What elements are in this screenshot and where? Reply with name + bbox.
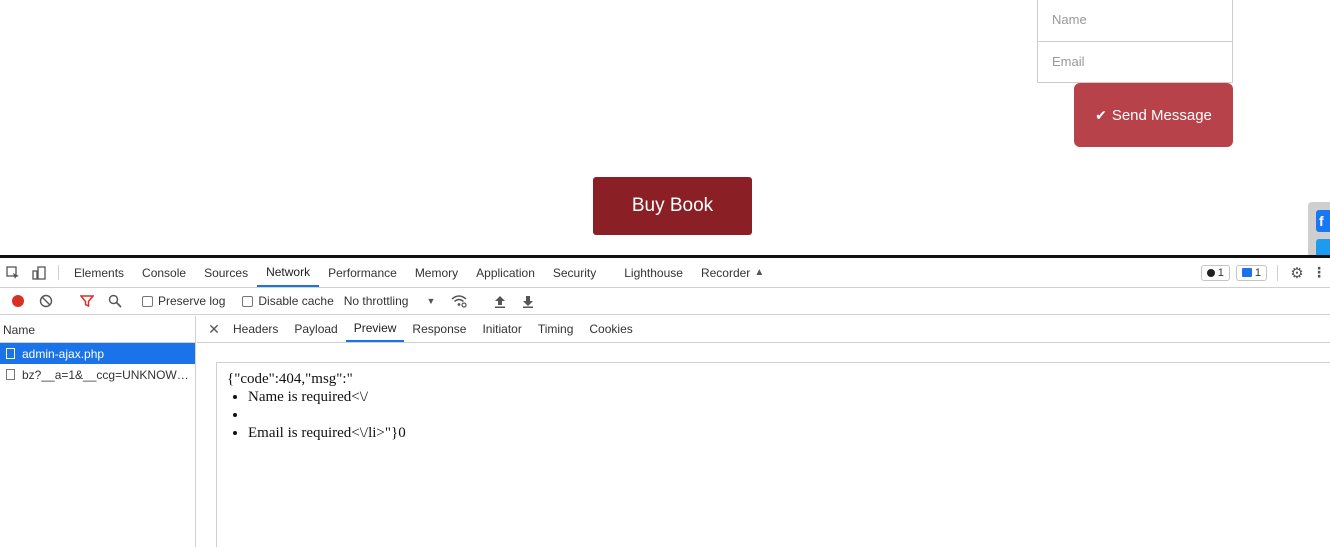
check-icon: ✔ (1095, 106, 1107, 123)
throttling-value: No throttling (343, 294, 409, 308)
error-icon (1206, 268, 1215, 277)
email-field[interactable]: Email (1037, 41, 1233, 83)
file-icon (6, 348, 15, 359)
checkbox-box[interactable] (242, 295, 254, 307)
tab-initiator[interactable]: Initiator (474, 316, 529, 342)
download-icon (523, 295, 534, 308)
devtools-tabbar: Elements Console Sources Network Perform… (0, 258, 1330, 288)
tab-response[interactable]: Response (404, 316, 474, 342)
filter-icon (80, 295, 94, 308)
request-detail: ✕ Headers Payload Preview Response Initi… (197, 316, 1330, 547)
search-button[interactable] (101, 294, 129, 308)
request-name: bz?__a=1&__ccg=UNKNOWN&... (22, 367, 190, 382)
buy-book-button[interactable]: Buy Book (593, 177, 752, 235)
filter-button[interactable] (73, 294, 101, 308)
list-item: Email is required<\/li>"}0 (248, 424, 1330, 442)
gear-icon[interactable]: ⚙ (1288, 264, 1306, 282)
request-row[interactable]: admin-ajax.php (0, 343, 195, 364)
preview-content: {"code":404,"msg":" Name is required<\/ … (216, 362, 1330, 547)
tab-application[interactable]: Application (467, 258, 544, 287)
messages-count: 1 (1254, 266, 1261, 279)
name-field[interactable]: Name (1037, 0, 1233, 42)
preview-text: {"code":404,"msg":" (227, 371, 353, 387)
export-har-button[interactable] (514, 295, 542, 308)
tab-network[interactable]: Network (257, 258, 320, 287)
name-column-header[interactable]: Name (0, 316, 195, 343)
device-toolbar-icon[interactable] (26, 258, 52, 287)
record-icon (12, 295, 24, 307)
tab-payload[interactable]: Payload (286, 316, 345, 342)
twitter-icon[interactable] (1316, 239, 1330, 255)
errors-count: 1 (1217, 266, 1224, 279)
disable-cache-checkbox[interactable]: Disable cache (242, 294, 334, 308)
tab-recorder[interactable]: Recorder ▲ (692, 258, 773, 287)
detail-tabbar: ✕ Headers Payload Preview Response Initi… (197, 316, 1330, 343)
checkbox-box[interactable] (142, 295, 153, 307)
tab-memory[interactable]: Memory (406, 258, 467, 287)
tab-headers[interactable]: Headers (225, 316, 286, 342)
record-button[interactable] (4, 295, 32, 307)
social-share-bar: f (1308, 202, 1330, 255)
tab-elements[interactable]: Elements (65, 258, 133, 287)
list-item: Name is required<\/ (248, 388, 1330, 406)
facebook-icon[interactable]: f (1316, 210, 1330, 232)
inspect-element-icon[interactable] (0, 258, 26, 287)
tab-performance[interactable]: Performance (319, 258, 406, 287)
more-options-icon[interactable]: ⋮ (1312, 264, 1326, 281)
send-message-button[interactable]: ✔ Send Message (1074, 83, 1233, 147)
messages-badge[interactable]: 1 (1235, 264, 1267, 281)
wifi-settings-icon (451, 295, 467, 308)
tab-sources[interactable]: Sources (195, 258, 257, 287)
search-icon (108, 294, 122, 308)
message-icon (1241, 268, 1252, 277)
list-item (248, 406, 1330, 424)
divider (1277, 264, 1278, 281)
preserve-log-label: Preserve log (158, 294, 226, 308)
network-conditions-button[interactable] (445, 294, 473, 308)
network-panel: Name admin-ajax.php bz?__a=1&__ccg=UNKNO… (0, 316, 1330, 547)
request-list: Name admin-ajax.php bz?__a=1&__ccg=UNKNO… (0, 316, 196, 547)
web-page: Name Email ✔ Send Message Buy Book f (0, 0, 1330, 255)
preview-list: Name is required<\/ Email is required<\/… (227, 388, 1330, 442)
devtools-right-tools: 1 1 ⚙ ⋮ (1200, 258, 1330, 287)
upload-icon (495, 295, 506, 308)
network-toolbar: Preserve log Disable cache No throttling… (0, 288, 1330, 315)
preserve-log-checkbox[interactable]: Preserve log (142, 294, 225, 308)
request-row[interactable]: bz?__a=1&__ccg=UNKNOWN&... (0, 364, 195, 385)
send-message-label: Send Message (1111, 106, 1212, 124)
tab-lighthouse[interactable]: Lighthouse (615, 258, 692, 287)
tab-preview[interactable]: Preview (345, 316, 405, 342)
tab-timing[interactable]: Timing (530, 316, 582, 342)
tab-recorder-label: Recorder (700, 265, 751, 280)
import-har-button[interactable] (486, 295, 514, 308)
clear-button[interactable] (32, 294, 60, 308)
chevron-down-icon: ▼ (426, 296, 436, 306)
tab-security[interactable]: Security (544, 258, 605, 287)
close-icon[interactable]: ✕ (203, 316, 225, 342)
tab-console[interactable]: Console (133, 258, 195, 287)
file-icon (6, 369, 15, 380)
flask-icon: ▲ (754, 267, 765, 278)
request-name: admin-ajax.php (22, 346, 105, 361)
errors-badge[interactable]: 1 (1200, 264, 1230, 281)
throttling-select[interactable]: No throttling ▼ (344, 294, 436, 308)
tab-cookies[interactable]: Cookies (581, 316, 640, 342)
clear-icon (39, 294, 53, 308)
divider (58, 265, 59, 280)
devtools-panel: Elements Console Sources Network Perform… (0, 255, 1330, 547)
disable-cache-label: Disable cache (258, 294, 334, 308)
